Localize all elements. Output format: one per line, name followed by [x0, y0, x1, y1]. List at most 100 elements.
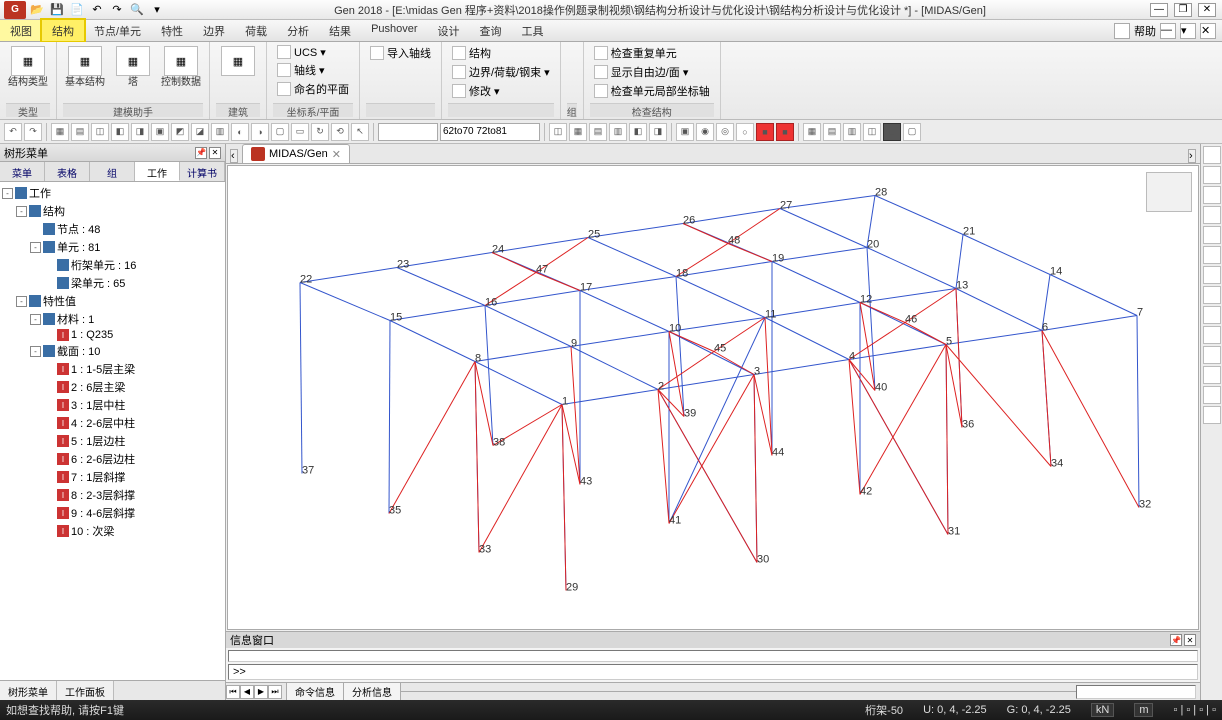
msg-pin-icon[interactable]: 📌	[1170, 634, 1182, 646]
ribbon-基本结构[interactable]: ▦基本结构	[63, 44, 107, 90]
tool-icon[interactable]: ▦	[803, 123, 821, 141]
rtool-icon[interactable]	[1203, 386, 1221, 404]
redo-icon[interactable]: ↷	[24, 123, 42, 141]
tool-icon[interactable]: ◪	[191, 123, 209, 141]
tool-icon[interactable]: ▦	[569, 123, 587, 141]
rtool-icon[interactable]	[1203, 406, 1221, 424]
tool-icon[interactable]: ▣	[151, 123, 169, 141]
help-label[interactable]: 帮助	[1134, 23, 1156, 39]
qat-undo-icon[interactable]: ↶	[88, 1, 106, 19]
rtool-icon[interactable]	[1203, 306, 1221, 324]
qat-new-icon[interactable]: 📄	[68, 1, 86, 19]
rtool-icon[interactable]	[1203, 186, 1221, 204]
rtool-icon[interactable]	[1203, 366, 1221, 384]
undo-icon[interactable]: ↶	[4, 123, 22, 141]
ribbon-控制数据[interactable]: ▦控制数据	[159, 44, 203, 90]
msg-close-icon[interactable]: ✕	[1184, 634, 1196, 646]
tab-nav-right-icon[interactable]: ›	[1188, 149, 1196, 163]
qat-find-icon[interactable]: 🔍	[128, 1, 146, 19]
model-viewport[interactable]: 2827262521244819202347142217181316127154…	[227, 165, 1199, 630]
menu-tab-10[interactable]: 查询	[470, 20, 512, 41]
tree-node[interactable]: I10 : 次梁	[2, 522, 223, 540]
msg-tab-分析信息[interactable]: 分析信息	[343, 682, 401, 701]
menu-tab-0[interactable]: 视图	[0, 20, 42, 41]
app-icon[interactable]: G	[4, 1, 26, 19]
expand-icon[interactable]: -	[16, 206, 27, 217]
tool-icon[interactable]: ◫	[863, 123, 881, 141]
menu-tab-5[interactable]: 荷载	[235, 20, 277, 41]
tree-node[interactable]: -工作	[2, 184, 223, 202]
panel-tab-树形菜单[interactable]: 树形菜单	[0, 681, 57, 700]
menu-tab-7[interactable]: 结果	[319, 20, 361, 41]
ribbon-命名的平面[interactable]: 命名的平面	[273, 80, 353, 98]
close-ribbon-icon[interactable]: ✕	[1200, 23, 1216, 39]
tree-view[interactable]: -工作-结构节点 : 48-单元 : 81桁架单元 : 16梁单元 : 65-特…	[0, 182, 225, 680]
tab-nav-left-icon[interactable]: ‹	[230, 149, 238, 163]
style-icon[interactable]	[1114, 23, 1130, 39]
opt-icon[interactable]: ▾	[1180, 23, 1196, 39]
tool-icon[interactable]: ◎	[716, 123, 734, 141]
tree-node[interactable]: I8 : 2-3层斜撑	[2, 486, 223, 504]
status-unit-length[interactable]: m	[1134, 703, 1153, 717]
tab-close-icon[interactable]: ✕	[332, 148, 341, 161]
menu-tab-1[interactable]: 结构	[42, 20, 84, 41]
tool-icon[interactable]: ◨	[131, 123, 149, 141]
tree-tab-表格[interactable]: 表格	[45, 162, 90, 181]
tool-icon[interactable]: ◑	[251, 123, 269, 141]
menu-tab-6[interactable]: 分析	[277, 20, 319, 41]
tool-icon[interactable]: ▤	[589, 123, 607, 141]
maximize-button[interactable]: ❐	[1174, 3, 1192, 17]
tool-icon[interactable]: ○	[736, 123, 754, 141]
tree-node[interactable]: I1 : Q235	[2, 328, 223, 342]
rtool-icon[interactable]	[1203, 286, 1221, 304]
tool-icon[interactable]: ◨	[649, 123, 667, 141]
rtool-icon[interactable]	[1203, 326, 1221, 344]
msg-last-icon[interactable]: ⏭	[268, 685, 282, 699]
minimize-button[interactable]: —	[1150, 3, 1168, 17]
tool-icon[interactable]: ▭	[291, 123, 309, 141]
expand-icon[interactable]: -	[2, 188, 13, 199]
qat-redo-icon[interactable]: ↷	[108, 1, 126, 19]
tree-node[interactable]: 梁单元 : 65	[2, 274, 223, 292]
ribbon-显示自由边/面 ▾[interactable]: 显示自由边/面 ▾	[590, 63, 714, 81]
status-toggles[interactable]: ▫ | ▫ | ▫ | ▫	[1173, 704, 1216, 716]
ribbon-边界/荷载/钢束 ▾[interactable]: 边界/荷载/钢束 ▾	[448, 63, 554, 81]
view-cube[interactable]	[1146, 172, 1192, 212]
menu-tab-9[interactable]: 设计	[428, 20, 470, 41]
record-icon[interactable]: ■	[756, 123, 774, 141]
ribbon-[interactable]: ▦	[216, 44, 260, 79]
rtool-icon[interactable]	[1203, 346, 1221, 364]
panel-tab-工作面板[interactable]: 工作面板	[57, 681, 114, 700]
tree-node[interactable]: I3 : 1层中柱	[2, 396, 223, 414]
menu-tab-11[interactable]: 工具	[512, 20, 554, 41]
tool-icon[interactable]: ▥	[843, 123, 861, 141]
tool-icon[interactable]: ◉	[696, 123, 714, 141]
tool-icon[interactable]: ▥	[609, 123, 627, 141]
tool-icon[interactable]: ▢	[903, 123, 921, 141]
tree-node[interactable]: I6 : 2-6层边柱	[2, 450, 223, 468]
tree-node[interactable]: I7 : 1层斜撑	[2, 468, 223, 486]
msg-next-icon[interactable]: ▶	[254, 685, 268, 699]
tree-node[interactable]: 节点 : 48	[2, 220, 223, 238]
tree-tab-工作[interactable]: 工作	[135, 162, 180, 181]
msg-prev-icon[interactable]: ◀	[240, 685, 254, 699]
tool-icon[interactable]: ◩	[171, 123, 189, 141]
tree-tab-计算书[interactable]: 计算书	[180, 162, 225, 181]
tool-icon[interactable]: ◐	[231, 123, 249, 141]
menu-tab-2[interactable]: 节点/单元	[84, 20, 151, 41]
tool-icon[interactable]: ◫	[91, 123, 109, 141]
rtool-icon[interactable]	[1203, 226, 1221, 244]
tree-node[interactable]: I1 : 1-5层主梁	[2, 360, 223, 378]
tree-tab-组[interactable]: 组	[90, 162, 135, 181]
selection-input[interactable]	[440, 123, 540, 141]
tree-node[interactable]: -单元 : 81	[2, 238, 223, 256]
menu-tab-3[interactable]: 特性	[151, 20, 193, 41]
rtool-icon[interactable]	[1203, 166, 1221, 184]
tool-icon[interactable]: ◧	[629, 123, 647, 141]
menu-tab-4[interactable]: 边界	[193, 20, 235, 41]
tree-node[interactable]: I5 : 1层边柱	[2, 432, 223, 450]
ribbon-检查重复单元[interactable]: 检查重复单元	[590, 44, 714, 62]
close-button[interactable]: ✕	[1198, 3, 1216, 17]
qat-dropdown-icon[interactable]: ▾	[148, 1, 166, 19]
ribbon-检查单元局部坐标轴[interactable]: 检查单元局部坐标轴	[590, 82, 714, 100]
